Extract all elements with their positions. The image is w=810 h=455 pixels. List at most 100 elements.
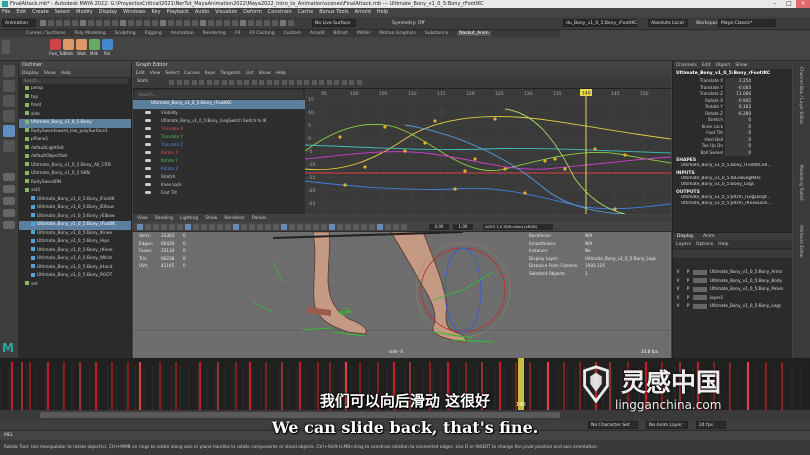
layer-row[interactable]: V P Ultimate_Bony_v1_0_5:Bony_Legs <box>673 302 792 311</box>
outliner-row[interactable]: Ultimate_Bony_v1_0_5:Bony_lWrist <box>19 255 131 264</box>
graph-tool-icon[interactable] <box>259 80 264 85</box>
layer-color-swatch[interactable] <box>693 303 707 309</box>
layer-visibility-toggle[interactable]: V <box>673 285 683 294</box>
layer-visibility-toggle[interactable]: V <box>673 294 683 303</box>
status-tool-icon[interactable] <box>264 20 270 26</box>
status-tool-icon[interactable] <box>184 20 190 26</box>
symmetry-label[interactable]: Symmetry: Off <box>392 21 425 26</box>
status-tool-icon[interactable] <box>200 20 206 26</box>
layer-visibility-toggle[interactable]: V <box>673 277 683 286</box>
menu-edit[interactable]: Edit <box>16 9 26 15</box>
graph-key[interactable] <box>613 207 617 211</box>
menu-cache[interactable]: Cache <box>298 9 314 15</box>
graph-tool-icon[interactable] <box>266 80 272 85</box>
status-tool-icon[interactable] <box>192 20 198 26</box>
graph-tool-icon[interactable] <box>281 80 287 85</box>
graph-tool-icon[interactable] <box>319 80 324 85</box>
menu-modify[interactable]: Modify <box>76 9 93 15</box>
viewport-tool-icon[interactable] <box>249 224 255 230</box>
status-tool-icon[interactable] <box>272 20 278 26</box>
menu-file[interactable]: File <box>2 9 10 15</box>
shelf-tab[interactable]: Poly Modeling <box>75 31 106 36</box>
graph-tool-icon[interactable] <box>221 80 227 85</box>
layer-color-swatch[interactable] <box>693 269 707 275</box>
outliner-row[interactable]: defaultLightSet <box>19 145 131 154</box>
outliner-row[interactable]: Ultimate_Bony_v1_0_5:Bony_ROOT <box>19 272 131 281</box>
outliner-row[interactable]: Ultimate_Bony_v1_0_5:Bony_lHand <box>19 264 131 273</box>
graph-tool-icon[interactable] <box>341 80 347 85</box>
outliner-row[interactable]: pPlane1 <box>19 136 131 145</box>
maximize-button[interactable]: □ <box>782 0 796 8</box>
channel-box-menu-item[interactable]: Object <box>716 63 731 68</box>
viewport-tool-icon[interactable] <box>345 224 351 230</box>
viewport-menu-item[interactable]: Shading <box>155 216 173 221</box>
graph-tool-icon[interactable] <box>289 80 294 85</box>
viewport-tool-icon[interactable] <box>329 224 335 230</box>
menu-audio[interactable]: Audio <box>195 9 209 15</box>
layout-single-icon[interactable] <box>3 173 15 181</box>
live-surface-select[interactable]: No Live Surface <box>312 19 356 27</box>
shelf-tab[interactable]: MASH <box>357 31 370 36</box>
graph-tool-icon[interactable] <box>206 80 212 85</box>
shelf-settings-icon[interactable] <box>2 40 10 54</box>
graph-menu-item[interactable]: Curves <box>184 71 200 76</box>
outliner-row[interactable]: Ultimate_Bony_v1_0_5:Bony_lKnee <box>19 230 131 239</box>
outliner-row[interactable]: Ultimate_Bony_v1_0_5:Bony_lElbow <box>19 204 131 213</box>
graph-channel-row[interactable]: Stretch <box>133 173 305 181</box>
shelf-tab[interactable]: Curves / Surfaces <box>26 31 66 36</box>
shelf-tab[interactable]: FX Caching <box>249 31 274 36</box>
status-tool-icon[interactable] <box>112 20 118 26</box>
status-tool-icon[interactable] <box>96 20 102 26</box>
outliner-row[interactable]: RudySwordRN <box>19 179 131 188</box>
status-tool-icon[interactable] <box>64 20 70 26</box>
graph-key[interactable] <box>593 147 597 151</box>
shelf-button-1-icon[interactable] <box>50 39 61 50</box>
tab-anim[interactable]: Anim <box>703 234 715 239</box>
layer-playback-toggle[interactable]: P <box>683 268 693 277</box>
layout-two-icon[interactable] <box>3 197 15 205</box>
shelf-tab[interactable]: Custom <box>284 31 301 36</box>
graph-key[interactable] <box>503 167 507 171</box>
layer-visibility-toggle[interactable]: V <box>673 268 683 277</box>
graph-channel-row[interactable]: Translate Y <box>133 133 305 141</box>
outliner-row[interactable]: Ultimate_Bony_v1_0_5:Bony_Hips <box>19 238 131 247</box>
status-tool-icon[interactable] <box>128 20 134 26</box>
viewport-tool-icon[interactable] <box>161 224 167 230</box>
minimize-button[interactable]: – <box>768 0 782 8</box>
status-tool-icon[interactable] <box>256 20 262 26</box>
viewport-tool-icon[interactable] <box>393 224 399 230</box>
graph-channel-row[interactable]: Translate X <box>133 125 305 133</box>
graph-channel-row[interactable]: Rotate Y <box>133 157 305 165</box>
outliner-row[interactable]: Ultimate_Bony_v1_0_5:Bony_All_CRTs <box>19 162 131 171</box>
viewport-tool-icon[interactable] <box>337 224 343 230</box>
object-name-field[interactable]: du_Bony_v1_0_5:Bony_rFootIKC <box>563 19 637 27</box>
outliner-row[interactable]: Ultimate_Bony_v1_0_5:SKN <box>19 170 131 179</box>
select-tool-icon[interactable] <box>3 65 15 77</box>
viewport-tool-icon[interactable] <box>193 224 199 230</box>
shelf-button-3-icon[interactable] <box>76 39 87 50</box>
viewport-tool-icon[interactable] <box>217 224 223 230</box>
shelf-tab[interactable]: Sculpting <box>115 31 136 36</box>
viewport-tool-icon[interactable] <box>297 224 303 230</box>
graph-tool-icon[interactable] <box>214 80 219 85</box>
graph-menu-item[interactable]: List <box>246 71 254 76</box>
viewport-tool-icon[interactable] <box>369 224 375 230</box>
status-tool-icon[interactable] <box>160 20 166 26</box>
shelf-tab[interactable]: Naskut_Anim <box>457 31 491 36</box>
layer-playback-toggle[interactable]: P <box>683 294 693 303</box>
graph-channel-row[interactable]: Translate Z <box>133 141 305 149</box>
outliner-menu-item[interactable]: Show <box>44 71 56 76</box>
menu-help[interactable]: Help <box>377 9 388 15</box>
graph-key[interactable] <box>463 169 467 173</box>
status-tool-icon[interactable] <box>72 20 78 26</box>
vtab-channel-box[interactable]: Channel Box / Layer Editor <box>798 67 803 124</box>
status-tool-icon[interactable] <box>136 20 142 26</box>
outliner-row[interactable]: Ultimate_Bony_v1_0_5:Bony_rFootIK <box>19 221 131 230</box>
paint-select-tool-icon[interactable] <box>3 95 15 107</box>
graph-tool-icon[interactable] <box>326 80 332 85</box>
layout-graph-icon[interactable] <box>3 209 15 217</box>
outliner-row[interactable]: Ultimate_Bony_v1_0_5:Bony_lFootIK <box>19 196 131 205</box>
graph-key[interactable] <box>453 187 457 191</box>
viewport-tool-icon[interactable] <box>153 224 159 230</box>
graph-tool-icon[interactable] <box>229 80 234 85</box>
